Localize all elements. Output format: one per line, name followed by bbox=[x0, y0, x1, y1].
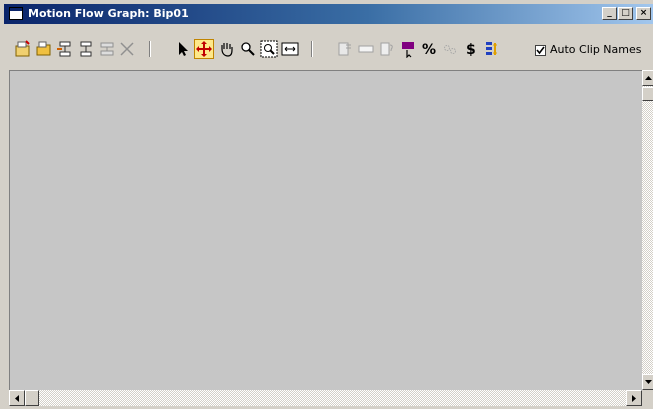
properties-icon[interactable] bbox=[377, 39, 397, 59]
move-icon[interactable] bbox=[194, 39, 214, 59]
clip-icon[interactable] bbox=[356, 39, 376, 59]
magnifier-icon[interactable] bbox=[238, 39, 258, 59]
svg-text:%: % bbox=[422, 42, 436, 58]
title-bar[interactable]: Motion Flow Graph: Bip01 _ □ × bbox=[4, 4, 653, 24]
graph-canvas[interactable] bbox=[9, 70, 642, 390]
arrow-icon[interactable] bbox=[173, 39, 193, 59]
arrow-left-icon bbox=[15, 394, 19, 402]
scroll-thumb-horizontal[interactable] bbox=[25, 390, 39, 406]
auto-clip-names-label: Auto Clip Names bbox=[550, 43, 642, 56]
gear-icon[interactable] bbox=[440, 39, 460, 59]
hand-icon[interactable] bbox=[217, 39, 237, 59]
distribute-icon[interactable] bbox=[482, 39, 502, 59]
delete-icon[interactable] bbox=[117, 39, 137, 59]
new-clip-icon[interactable] bbox=[13, 39, 33, 59]
random-transitions-icon[interactable] bbox=[97, 39, 117, 59]
toolbar-separator bbox=[149, 41, 151, 57]
auto-clip-names-checkbox[interactable] bbox=[535, 45, 546, 56]
dollar-icon[interactable]: $ bbox=[461, 39, 481, 59]
percent-icon[interactable]: % bbox=[419, 39, 439, 59]
svg-text:$: $ bbox=[466, 42, 476, 58]
horizontal-scrollbar[interactable] bbox=[9, 390, 642, 406]
open-folder-icon[interactable] bbox=[34, 39, 54, 59]
scroll-left-button[interactable] bbox=[9, 390, 25, 406]
zoom-extents-icon[interactable] bbox=[280, 39, 300, 59]
toolbar-separator bbox=[311, 41, 313, 57]
transitions-icon[interactable] bbox=[76, 39, 96, 59]
motion-flow-graph-window: Motion Flow Graph: Bip01 _ □ × % $ Auto … bbox=[0, 0, 653, 409]
window-title: Motion Flow Graph: Bip01 bbox=[28, 7, 189, 20]
scroll-down-button[interactable] bbox=[642, 374, 653, 390]
scroll-right-button[interactable] bbox=[626, 390, 642, 406]
window-icon bbox=[9, 7, 23, 20]
close-button[interactable]: × bbox=[636, 7, 651, 20]
minimize-button[interactable]: _ bbox=[602, 7, 617, 20]
scroll-thumb[interactable] bbox=[642, 87, 653, 101]
vertical-scrollbar[interactable] bbox=[642, 70, 653, 390]
scroll-up-button[interactable] bbox=[642, 70, 653, 86]
maximize-button[interactable]: □ bbox=[618, 7, 633, 20]
arrow-right-icon bbox=[632, 394, 636, 402]
arrow-up-icon bbox=[644, 76, 652, 80]
arrow-down-icon bbox=[644, 380, 652, 384]
toolbar: % $ Auto Clip Names bbox=[9, 37, 653, 63]
transition-icon[interactable] bbox=[55, 39, 75, 59]
scroll-corner bbox=[642, 390, 653, 406]
script-icon[interactable] bbox=[335, 39, 355, 59]
flag-icon[interactable] bbox=[398, 39, 418, 59]
zoom-region-icon[interactable] bbox=[259, 39, 279, 59]
